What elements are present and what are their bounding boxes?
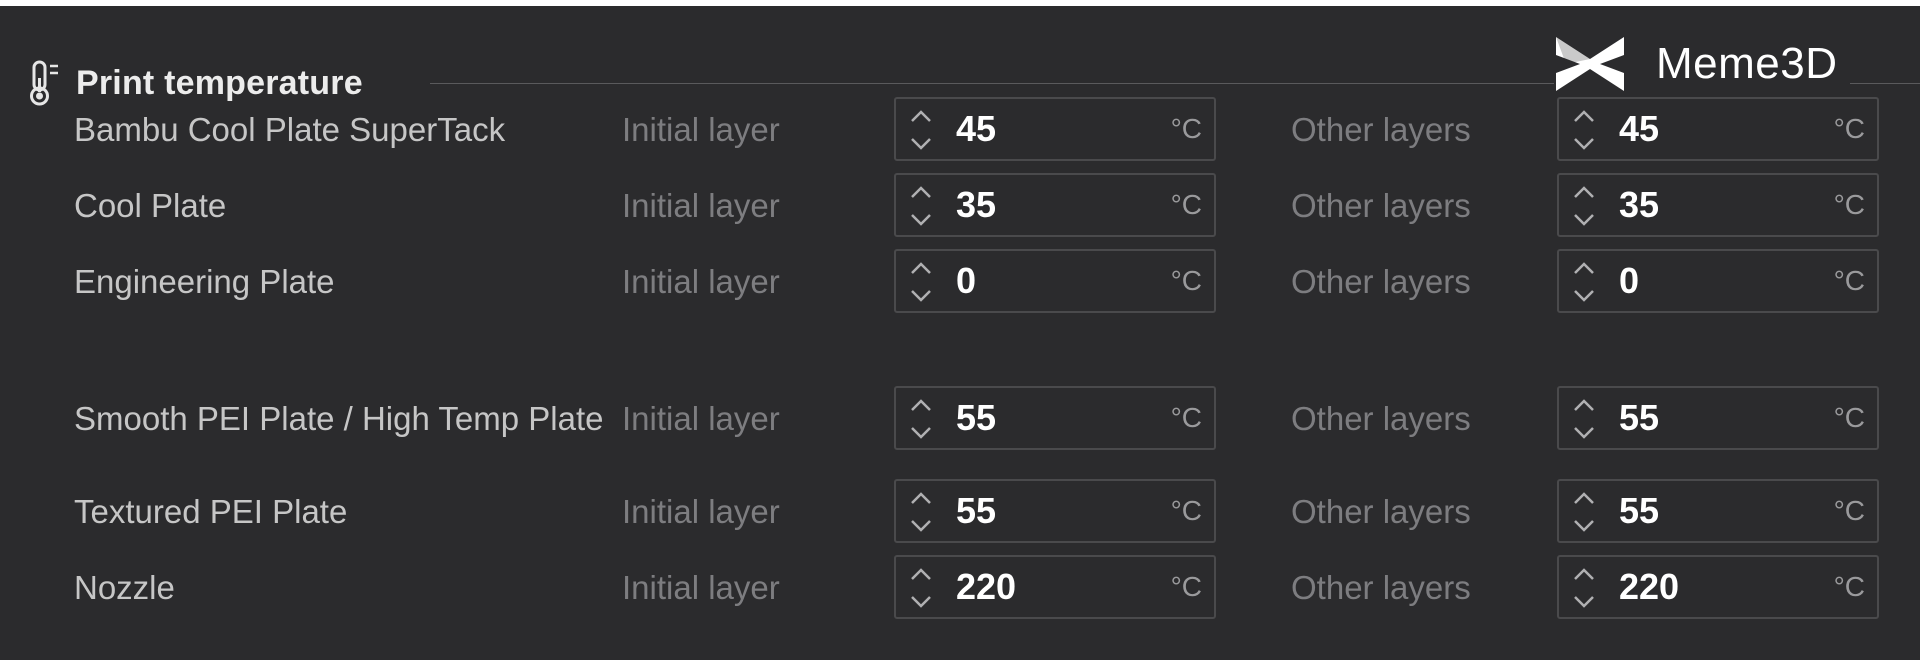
temp-value[interactable]: 45 xyxy=(1619,99,1659,159)
temp-row-nozzle: Nozzle Initial layer 220 °C Other layers… xyxy=(0,555,1920,621)
plate-name: Cool Plate xyxy=(74,187,227,224)
temp-value[interactable]: 220 xyxy=(956,557,1016,617)
initial-layer-label: Initial layer xyxy=(622,400,780,437)
other-layers-label: Other layers xyxy=(1291,263,1471,300)
temp-value[interactable]: 55 xyxy=(956,481,996,541)
spin-arrows-icon[interactable] xyxy=(906,105,936,155)
unit-label: °C xyxy=(1833,113,1865,144)
plate-name: Smooth PEI Plate / High Temp Plate xyxy=(74,400,604,437)
temp-row-textured-pei-plate: Textured PEI Plate Initial layer 55 °C O… xyxy=(0,479,1920,545)
temp-value[interactable]: 220 xyxy=(1619,557,1679,617)
spin-arrows-icon[interactable] xyxy=(906,257,936,307)
temp-row-engineering-plate: Engineering Plate Initial layer 0 °C Oth… xyxy=(0,249,1920,315)
temp-row-bambu-cool-plate-supertack: Bambu Cool Plate SuperTack Initial layer… xyxy=(0,97,1920,163)
other-layers-temp-spinner[interactable]: 45 °C xyxy=(1557,97,1879,161)
unit-label: °C xyxy=(1833,571,1865,602)
initial-layer-temp-spinner[interactable]: 35 °C xyxy=(894,173,1216,237)
temp-value[interactable]: 55 xyxy=(956,388,996,448)
initial-layer-label: Initial layer xyxy=(622,111,780,148)
spin-arrows-icon[interactable] xyxy=(906,563,936,613)
temp-value[interactable]: 55 xyxy=(1619,481,1659,541)
unit-label: °C xyxy=(1833,495,1865,526)
other-layers-temp-spinner[interactable]: 0 °C xyxy=(1557,249,1879,313)
plate-name: Textured PEI Plate xyxy=(74,493,348,530)
unit-label: °C xyxy=(1833,402,1865,433)
other-layers-label: Other layers xyxy=(1291,493,1471,530)
spin-arrows-icon[interactable] xyxy=(906,487,936,537)
unit-label: °C xyxy=(1170,402,1202,433)
temp-row-cool-plate: Cool Plate Initial layer 35 °C Other lay… xyxy=(0,173,1920,239)
other-layers-label: Other layers xyxy=(1291,187,1471,224)
other-layers-temp-spinner[interactable]: 55 °C xyxy=(1557,479,1879,543)
initial-layer-temp-spinner[interactable]: 0 °C xyxy=(894,249,1216,313)
unit-label: °C xyxy=(1833,189,1865,220)
brand-watermark: Meme3D xyxy=(1554,34,1850,94)
plate-name: Bambu Cool Plate SuperTack xyxy=(74,111,506,148)
spin-arrows-icon[interactable] xyxy=(1569,105,1599,155)
spin-arrows-icon[interactable] xyxy=(1569,181,1599,231)
initial-layer-label: Initial layer xyxy=(622,493,780,530)
unit-label: °C xyxy=(1170,189,1202,220)
brand-name: Meme3D xyxy=(1656,39,1838,88)
spin-arrows-icon[interactable] xyxy=(906,181,936,231)
spin-arrows-icon[interactable] xyxy=(1569,394,1599,444)
spin-arrows-icon[interactable] xyxy=(1569,487,1599,537)
meme3d-logo xyxy=(1556,37,1624,91)
other-layers-label: Other layers xyxy=(1291,111,1471,148)
plate-name: Nozzle xyxy=(74,569,175,606)
initial-layer-temp-spinner[interactable]: 45 °C xyxy=(894,97,1216,161)
unit-label: °C xyxy=(1170,265,1202,296)
initial-layer-label: Initial layer xyxy=(622,569,780,606)
other-layers-label: Other layers xyxy=(1291,569,1471,606)
initial-layer-label: Initial layer xyxy=(622,187,780,224)
spin-arrows-icon[interactable] xyxy=(1569,563,1599,613)
temp-row-smooth-pei-plate: Smooth PEI Plate / High Temp Plate Initi… xyxy=(0,375,1920,463)
other-layers-temp-spinner[interactable]: 55 °C xyxy=(1557,386,1879,450)
spin-arrows-icon[interactable] xyxy=(1569,257,1599,307)
temp-value[interactable]: 0 xyxy=(956,251,976,311)
temp-value[interactable]: 45 xyxy=(956,99,996,159)
initial-layer-temp-spinner[interactable]: 220 °C xyxy=(894,555,1216,619)
temp-value[interactable]: 35 xyxy=(956,175,996,235)
temp-value[interactable]: 55 xyxy=(1619,388,1659,448)
unit-label: °C xyxy=(1170,571,1202,602)
unit-label: °C xyxy=(1170,113,1202,144)
unit-label: °C xyxy=(1833,265,1865,296)
temp-value[interactable]: 0 xyxy=(1619,251,1639,311)
other-layers-temp-spinner[interactable]: 35 °C xyxy=(1557,173,1879,237)
unit-label: °C xyxy=(1170,495,1202,526)
print-temperature-panel: Print temperature Meme3D Bambu Cool Plat… xyxy=(0,6,1920,660)
initial-layer-label: Initial layer xyxy=(622,263,780,300)
other-layers-label: Other layers xyxy=(1291,400,1471,437)
other-layers-temp-spinner[interactable]: 220 °C xyxy=(1557,555,1879,619)
plate-name: Engineering Plate xyxy=(74,263,335,300)
initial-layer-temp-spinner[interactable]: 55 °C xyxy=(894,386,1216,450)
temp-value[interactable]: 35 xyxy=(1619,175,1659,235)
initial-layer-temp-spinner[interactable]: 55 °C xyxy=(894,479,1216,543)
spin-arrows-icon[interactable] xyxy=(906,394,936,444)
